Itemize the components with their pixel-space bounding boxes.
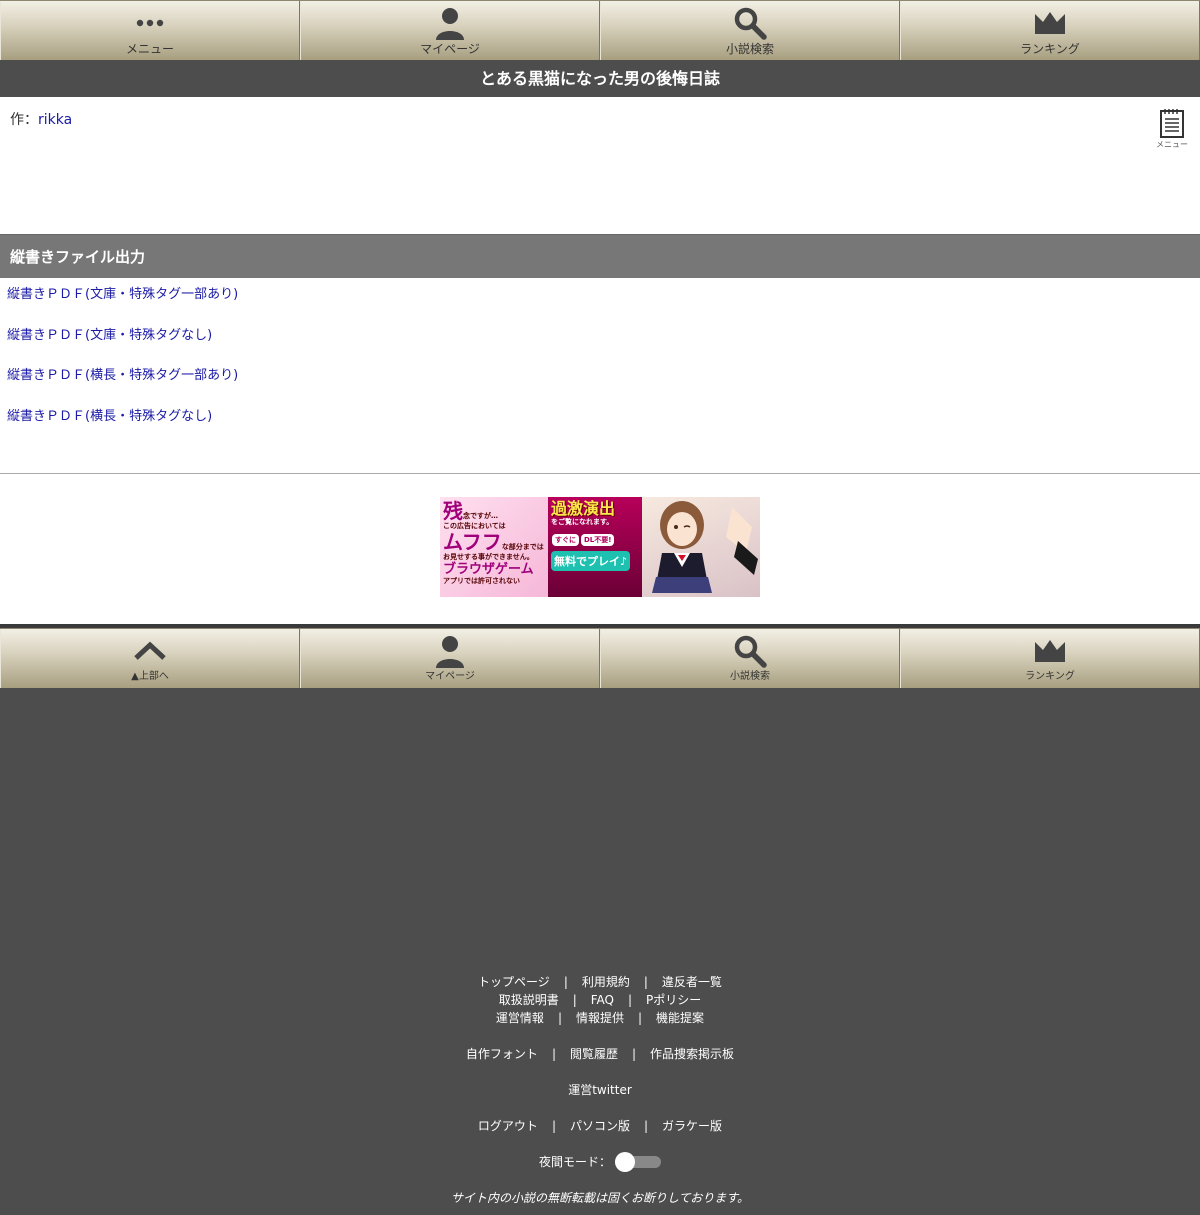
nav-search-label-bottom: 小説検索 (730, 671, 770, 682)
ad-text: すぐに (552, 534, 579, 546)
nav-top-button[interactable]: ▲上部へ (0, 629, 300, 688)
novel-title: とある黒猫になった男の後悔日誌 (0, 60, 1200, 97)
footer-links: トップページ | 利用規約 | 違反者一覧 取扱説明書 | FAQ | Pポリシー 運営情報 | 情… (0, 973, 1200, 1206)
ad-text: ブラウザゲーム (443, 562, 534, 577)
footer-row: 運営情報 | 情報提供 | 機能提案 (0, 1009, 1200, 1027)
nav-menu-label: メニュー (125, 42, 174, 56)
footer-row: 取扱説明書 | FAQ | Pポリシー (0, 991, 1200, 1009)
footer-link-search-board[interactable]: 作品捜索掲示板 (650, 1047, 734, 1061)
footer-link-terms[interactable]: 利用規約 (582, 975, 630, 989)
footer-link-faq[interactable]: FAQ (591, 993, 614, 1007)
ad-text: 過激演出 (551, 499, 616, 518)
dots-icon (136, 19, 164, 27)
footer-row: 自作フォント | 閲覧履歴 | 作品捜索掲示板 (0, 1045, 1200, 1063)
nav-ranking-button-bottom[interactable]: ランキング (900, 629, 1200, 688)
ad-left-panel: 残念ですが… この広告においては ムフフな部分までは お見せする事ができません。… (440, 497, 548, 597)
footer-link-info-provide[interactable]: 情報提供 (576, 1011, 624, 1025)
nav-top-label: ▲上部へ (131, 671, 169, 682)
ad-text: をご覧になれます。 (551, 518, 614, 526)
footer-link-feature-phone[interactable]: ガラケー版 (662, 1119, 722, 1133)
ad-text: DL不要! (581, 534, 615, 546)
nav-mypage-button[interactable]: マイページ (300, 1, 600, 60)
crown-icon (1035, 640, 1065, 662)
nav-mypage-button-bottom[interactable]: マイページ (300, 629, 600, 688)
separator: | (557, 1011, 562, 1025)
night-mode: 夜間モード： (538, 1152, 661, 1172)
footer-link-feature-suggest[interactable]: 機能提案 (656, 1011, 704, 1025)
top-nav: メニュー マイページ 小説検索 ランキング (0, 0, 1200, 60)
author-area: 作：rikka メニュー (0, 97, 1200, 234)
pdf-links-list: 縦書きＰＤＦ(文庫・特殊タグ一部あり) 縦書きＰＤＦ(文庫・特殊タグなし) 縦書… (0, 278, 1200, 474)
toggle-knob (615, 1152, 635, 1172)
separator: | (551, 1119, 556, 1133)
ad-text: な部分までは (501, 543, 544, 551)
footer-link-top-page[interactable]: トップページ (478, 975, 550, 989)
nav-search-button[interactable]: 小説検索 (600, 1, 900, 60)
nav-menu-button[interactable]: メニュー (0, 1, 300, 60)
crown-icon (1035, 12, 1065, 34)
copyright-notice: サイト内の小説の無断転載は固くお断りしております。 (450, 1191, 750, 1205)
ad-text: ムフフ (443, 530, 502, 554)
pdf-link-landscape-partial-tags[interactable]: 縦書きＰＤＦ(横長・特殊タグ一部あり) (0, 367, 1200, 408)
footer-row: 運営twitter (0, 1081, 1200, 1099)
author-link[interactable]: rikka (38, 112, 72, 128)
separator: | (643, 975, 648, 989)
author-prefix: 作： (10, 112, 38, 128)
ad-character-image (652, 501, 758, 593)
nav-mypage-label-bottom: マイページ (425, 671, 475, 682)
vertical-file-output-header: 縦書きファイル出力 (0, 234, 1200, 278)
pdf-link-bunko-no-tags[interactable]: 縦書きＰＤＦ(文庫・特殊タグなし) (0, 327, 1200, 368)
separator: | (628, 993, 633, 1007)
ad-banner[interactable]: 残念ですが… この広告においては ムフフな部分までは お見せする事ができません。… (440, 497, 760, 597)
bottom-nav: ▲上部へ マイページ 小説検索 ランキング (0, 628, 1200, 688)
ad-text: 念ですが… (463, 512, 498, 520)
ad-text: 残 (443, 499, 463, 523)
user-icon (436, 636, 464, 668)
separator: | (638, 1011, 643, 1025)
separator: | (632, 1047, 637, 1061)
footer: トップページ | 利用規約 | 違反者一覧 取扱説明書 | FAQ | Pポリシー 運営情報 | 情… (0, 688, 1200, 1213)
author-line: 作：rikka (10, 109, 1190, 129)
separator: | (551, 1047, 556, 1061)
footer-link-violators[interactable]: 違反者一覧 (662, 975, 722, 989)
user-icon (436, 8, 464, 40)
separator: | (644, 1119, 649, 1133)
nav-ranking-button[interactable]: ランキング (900, 1, 1200, 60)
footer-link-logout[interactable]: ログアウト (478, 1119, 538, 1133)
nav-search-button-bottom[interactable]: 小説検索 (600, 629, 900, 688)
footer-link-operator-info[interactable]: 運営情報 (496, 1011, 544, 1025)
pdf-link-landscape-no-tags[interactable]: 縦書きＰＤＦ(横長・特殊タグなし) (0, 408, 1200, 449)
night-mode-toggle[interactable] (615, 1152, 661, 1172)
nav-search-label: 小説検索 (725, 42, 774, 56)
footer-link-manual[interactable]: 取扱説明書 (499, 993, 559, 1007)
night-mode-row: 夜間モード： (0, 1152, 1200, 1172)
ad-text: 無料でプレイ♪ (551, 551, 631, 571)
nav-ranking-label: ランキング (1020, 42, 1080, 56)
footer-link-history[interactable]: 閲覧履歴 (570, 1047, 618, 1061)
footer-row: ログアウト | パソコン版 | ガラケー版 (0, 1117, 1200, 1135)
footer-link-privacy[interactable]: Pポリシー (646, 993, 701, 1007)
ad-illustration (642, 497, 760, 597)
night-mode-label: 夜間モード： (538, 1155, 611, 1169)
ad-area: 残念ですが… この広告においては ムフフな部分までは お見せする事ができません。… (0, 474, 1200, 628)
separator: | (563, 975, 568, 989)
ad-text: お見せする事ができません。 (443, 553, 534, 561)
chevron-up-icon (134, 641, 166, 660)
side-menu-label: メニュー (1156, 140, 1188, 149)
footer-link-twitter[interactable]: 運営twitter (568, 1083, 632, 1097)
search-icon (734, 7, 767, 40)
ad-mid-panel: 過激演出 をご覧になれます。 すぐに DL不要! 無料でプレイ♪ (548, 497, 642, 597)
pdf-link-bunko-partial-tags[interactable]: 縦書きＰＤＦ(文庫・特殊タグ一部あり) (0, 286, 1200, 327)
search-icon (734, 635, 767, 668)
nav-ranking-label-bottom: ランキング (1025, 671, 1075, 682)
footer-link-pc-version[interactable]: パソコン版 (570, 1119, 630, 1133)
notepad-icon (1160, 109, 1184, 138)
ad-text: アプリでは許可されない (443, 577, 520, 585)
nav-mypage-label: マイページ (420, 42, 480, 56)
footer-row: トップページ | 利用規約 | 違反者一覧 (0, 973, 1200, 991)
footer-link-custom-font[interactable]: 自作フォント (466, 1047, 538, 1061)
separator: | (572, 993, 577, 1007)
side-menu-button[interactable]: メニュー (1156, 107, 1188, 150)
